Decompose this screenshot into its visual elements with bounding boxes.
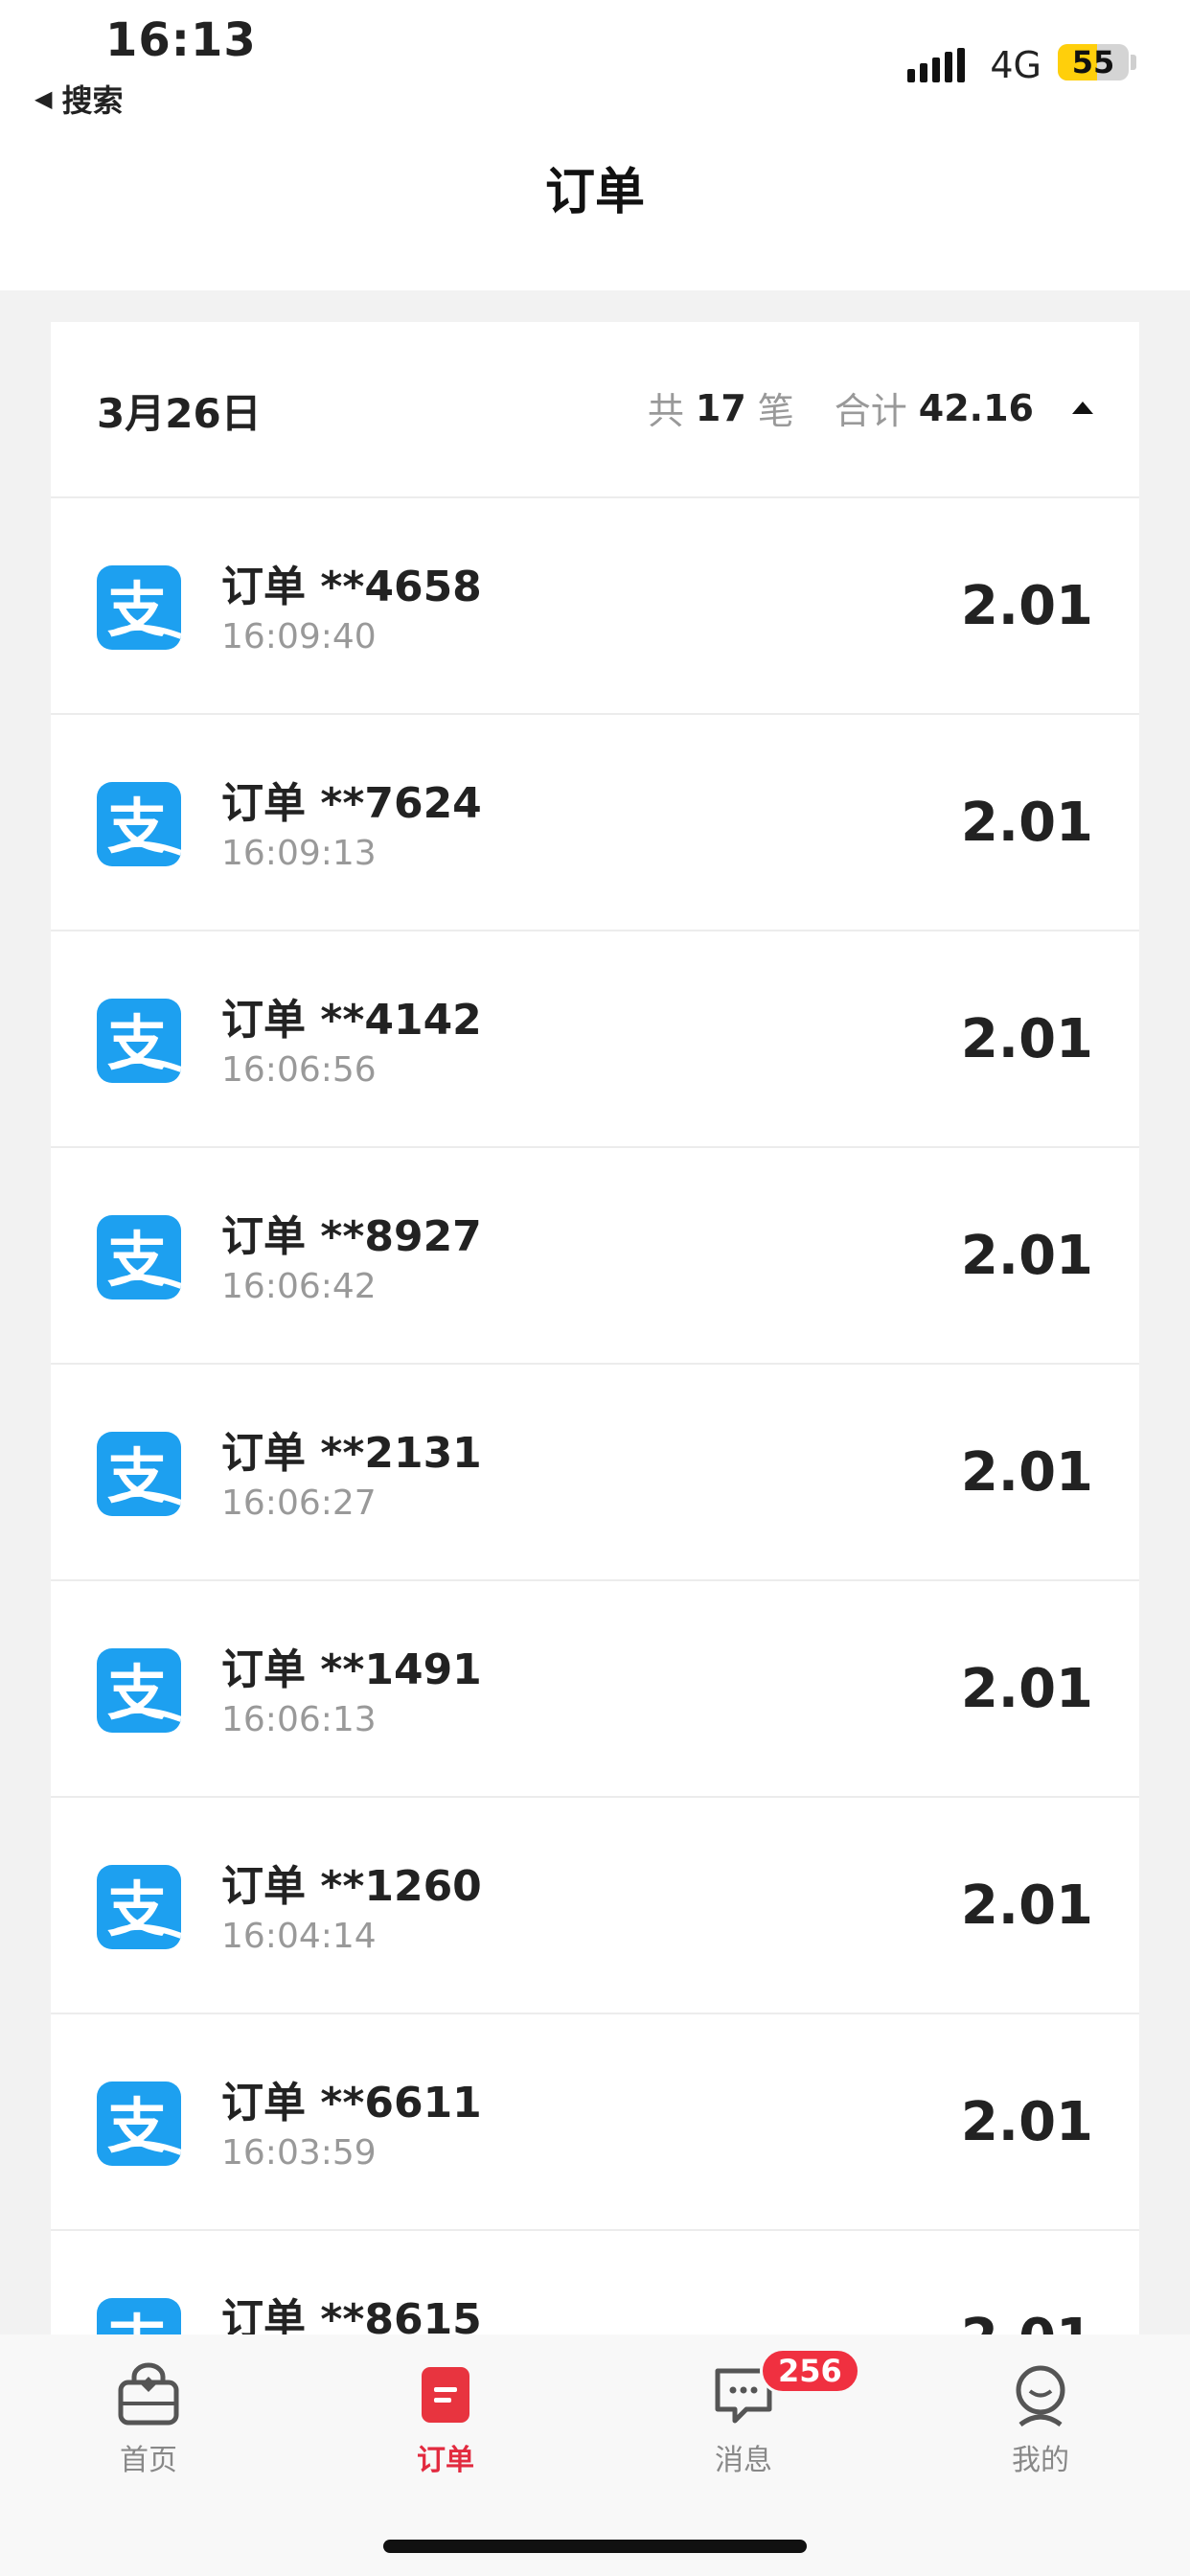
order-row[interactable]: 支订单 **7624 16:09:13 2.01 xyxy=(51,715,1139,932)
order-number: 订单 **8615 xyxy=(221,2295,482,2334)
order-amount: 2.01 xyxy=(960,1008,1093,1070)
message-icon: 256 xyxy=(710,2348,860,2428)
summary-stats: 共 17 笔 合计 42.16 xyxy=(648,381,1093,434)
alipay-icon: 支 xyxy=(97,1215,181,1300)
order-time: 16:09:13 xyxy=(221,834,377,873)
order-time: 16:06:13 xyxy=(221,1700,377,1739)
alipay-icon: 支 xyxy=(97,1432,181,1516)
order-time: 16:06:42 xyxy=(221,1267,377,1306)
order-number: 订单 **8927 xyxy=(221,1212,482,1261)
tab-home[interactable]: 首页 xyxy=(62,2361,235,2478)
alipay-icon: 支 xyxy=(97,2082,181,2166)
order-count: 17 xyxy=(695,386,746,429)
back-arrow-icon: ◀ xyxy=(34,85,53,112)
tab-profile-label: 我的 xyxy=(1012,2444,1069,2477)
order-time: 16:03:59 xyxy=(221,2133,377,2173)
alipay-icon: 支 xyxy=(97,2298,181,2334)
order-row[interactable]: 支订单 **2131 16:06:27 2.01 xyxy=(51,1365,1139,1581)
collapse-caret-icon[interactable] xyxy=(1072,402,1093,414)
alipay-icon: 支 xyxy=(97,782,181,866)
order-row[interactable]: 支订单 **1260 16:04:14 2.01 xyxy=(51,1798,1139,2014)
unread-badge: 256 xyxy=(760,2348,860,2394)
order-row[interactable]: 支订单 **4658 16:09:40 2.01 xyxy=(51,498,1139,715)
total-label: 合计 xyxy=(834,390,907,432)
shop-bag-icon xyxy=(115,2361,182,2428)
order-row[interactable]: 支订单 **6611 16:03:59 2.01 xyxy=(51,2014,1139,2231)
battery-tip xyxy=(1131,55,1136,70)
alipay-icon: 支 xyxy=(97,999,181,1083)
alipay-icon: 支 xyxy=(97,1648,181,1733)
order-row[interactable]: 支订单 **8927 16:06:42 2.01 xyxy=(51,1148,1139,1365)
order-number: 订单 **1260 xyxy=(221,1862,482,1911)
alipay-icon: 支 xyxy=(97,565,181,650)
status-time: 16:13 xyxy=(105,13,257,67)
order-number: 订单 **4142 xyxy=(221,996,482,1045)
summary-date: 3月26日 xyxy=(97,390,262,437)
order-amount: 2.01 xyxy=(960,575,1093,637)
network-type: 4G xyxy=(990,44,1041,86)
order-row[interactable]: 支订单 **1491 16:06:13 2.01 xyxy=(51,1581,1139,1798)
order-number: 订单 **4658 xyxy=(221,563,482,611)
order-amount: 2.01 xyxy=(960,1441,1093,1504)
order-list: 支订单 **4658 16:09:40 2.01 支订单 **7624 16:09:13… xyxy=(51,498,1139,2334)
profile-icon xyxy=(1007,2361,1074,2428)
order-number: 订单 **2131 xyxy=(221,1429,482,1478)
tab-orders[interactable]: 订单 xyxy=(359,2361,532,2478)
tab-messages-label: 消息 xyxy=(715,2444,772,2477)
order-time: 16:06:27 xyxy=(221,1484,377,1523)
home-indicator xyxy=(383,2540,807,2553)
order-amount: 2.01 xyxy=(960,792,1093,854)
day-summary[interactable]: 3月26日 共 17 笔 合计 42.16 xyxy=(51,322,1139,498)
order-time: 16:09:40 xyxy=(221,617,377,656)
order-amount: 2.01 xyxy=(960,1874,1093,1937)
tab-orders-label: 订单 xyxy=(417,2444,474,2477)
count-suffix: 笔 xyxy=(757,390,794,432)
tab-messages[interactable]: 256 消息 xyxy=(657,2348,860,2478)
order-time: 16:06:56 xyxy=(221,1050,377,1090)
status-bar: 16:13 ◀ 搜索 4G 55 xyxy=(0,0,1190,134)
order-time: 16:04:14 xyxy=(221,1917,377,1956)
cellular-signal-icon xyxy=(907,48,965,82)
nav-header: 订单 xyxy=(0,134,1190,290)
total-amount: 42.16 xyxy=(918,386,1034,429)
order-number: 订单 **7624 xyxy=(221,779,482,828)
battery-icon: 55 xyxy=(1058,44,1129,80)
tab-profile[interactable]: 我的 xyxy=(954,2361,1127,2478)
back-label: 搜索 xyxy=(61,82,124,119)
page-title: 订单 xyxy=(544,164,645,221)
count-prefix: 共 xyxy=(647,390,684,432)
orders-card: 3月26日 共 17 笔 合计 42.16 支订单 **4658 16:09:40… xyxy=(51,322,1139,2334)
order-number: 订单 **1491 xyxy=(221,1645,482,1694)
battery-level: 55 xyxy=(1071,44,1115,80)
tab-home-label: 首页 xyxy=(120,2444,177,2477)
back-to-search-link[interactable]: ◀ 搜索 xyxy=(34,77,123,121)
alipay-icon: 支 xyxy=(97,1865,181,1949)
order-amount: 2.01 xyxy=(960,1658,1093,1720)
order-number: 订单 **6611 xyxy=(221,2079,482,2128)
order-amount: 2.01 xyxy=(961,2308,1093,2334)
svg-text:支: 支 xyxy=(107,2308,167,2334)
order-row[interactable]: 支 订单 **8615 2.01 xyxy=(51,2231,1139,2334)
order-row[interactable]: 支订单 **4142 16:06:56 2.01 xyxy=(51,932,1139,1148)
order-doc-icon xyxy=(412,2361,479,2428)
order-amount: 2.01 xyxy=(960,1225,1093,1287)
order-amount: 2.01 xyxy=(960,2091,1093,2153)
